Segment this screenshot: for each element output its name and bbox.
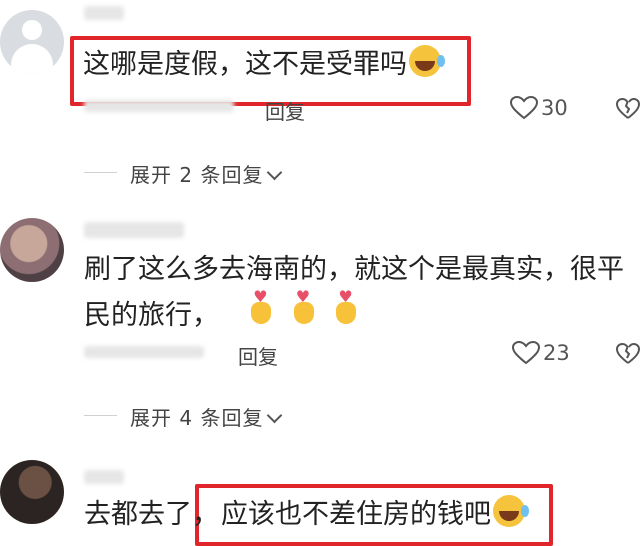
avatar[interactable] bbox=[0, 460, 64, 524]
username-blurred bbox=[84, 222, 184, 238]
comment-text-line2: 民的旅行， ♥ ♥ ♥ bbox=[84, 289, 369, 336]
reply-button[interactable]: 回复 bbox=[265, 96, 305, 125]
reply-button[interactable]: 回复 bbox=[238, 341, 278, 370]
divider bbox=[84, 415, 117, 416]
avatar[interactable] bbox=[0, 10, 64, 74]
expand-replies-button[interactable]: 展开 2 条回复 bbox=[130, 159, 283, 188]
heart-outline-icon[interactable] bbox=[509, 95, 539, 120]
chevron-down-icon bbox=[267, 164, 283, 181]
username-blurred bbox=[84, 6, 124, 20]
heart-outline-icon[interactable] bbox=[511, 340, 541, 365]
heart-hands-emoji-icon: ♥ bbox=[293, 289, 315, 324]
expand-replies-button[interactable]: 展开 4 条回复 bbox=[130, 402, 283, 431]
timestamp-blurred bbox=[84, 100, 234, 112]
comment-text: 去都去了，应该也不差住房的钱吧 bbox=[84, 495, 529, 535]
laughing-emoji-icon bbox=[409, 45, 445, 77]
divider bbox=[84, 172, 117, 173]
broken-heart-icon[interactable] bbox=[615, 97, 641, 120]
comment-text: 这哪是度假，这不是受罪吗 bbox=[83, 45, 445, 85]
avatar[interactable] bbox=[0, 218, 64, 282]
like-count: 23 bbox=[543, 341, 570, 365]
like-count: 30 bbox=[541, 96, 568, 120]
timestamp-blurred bbox=[84, 346, 204, 358]
username-blurred bbox=[84, 470, 124, 484]
broken-heart-icon[interactable] bbox=[615, 342, 641, 365]
laughing-emoji-icon bbox=[493, 495, 529, 527]
heart-hands-emoji-icon: ♥ bbox=[250, 289, 272, 324]
comment-text-line1: 刷了这么多去海南的，就这个是最真实，很平 bbox=[84, 254, 624, 285]
heart-hands-emoji-icon: ♥ bbox=[335, 289, 357, 324]
chevron-down-icon bbox=[267, 407, 283, 424]
